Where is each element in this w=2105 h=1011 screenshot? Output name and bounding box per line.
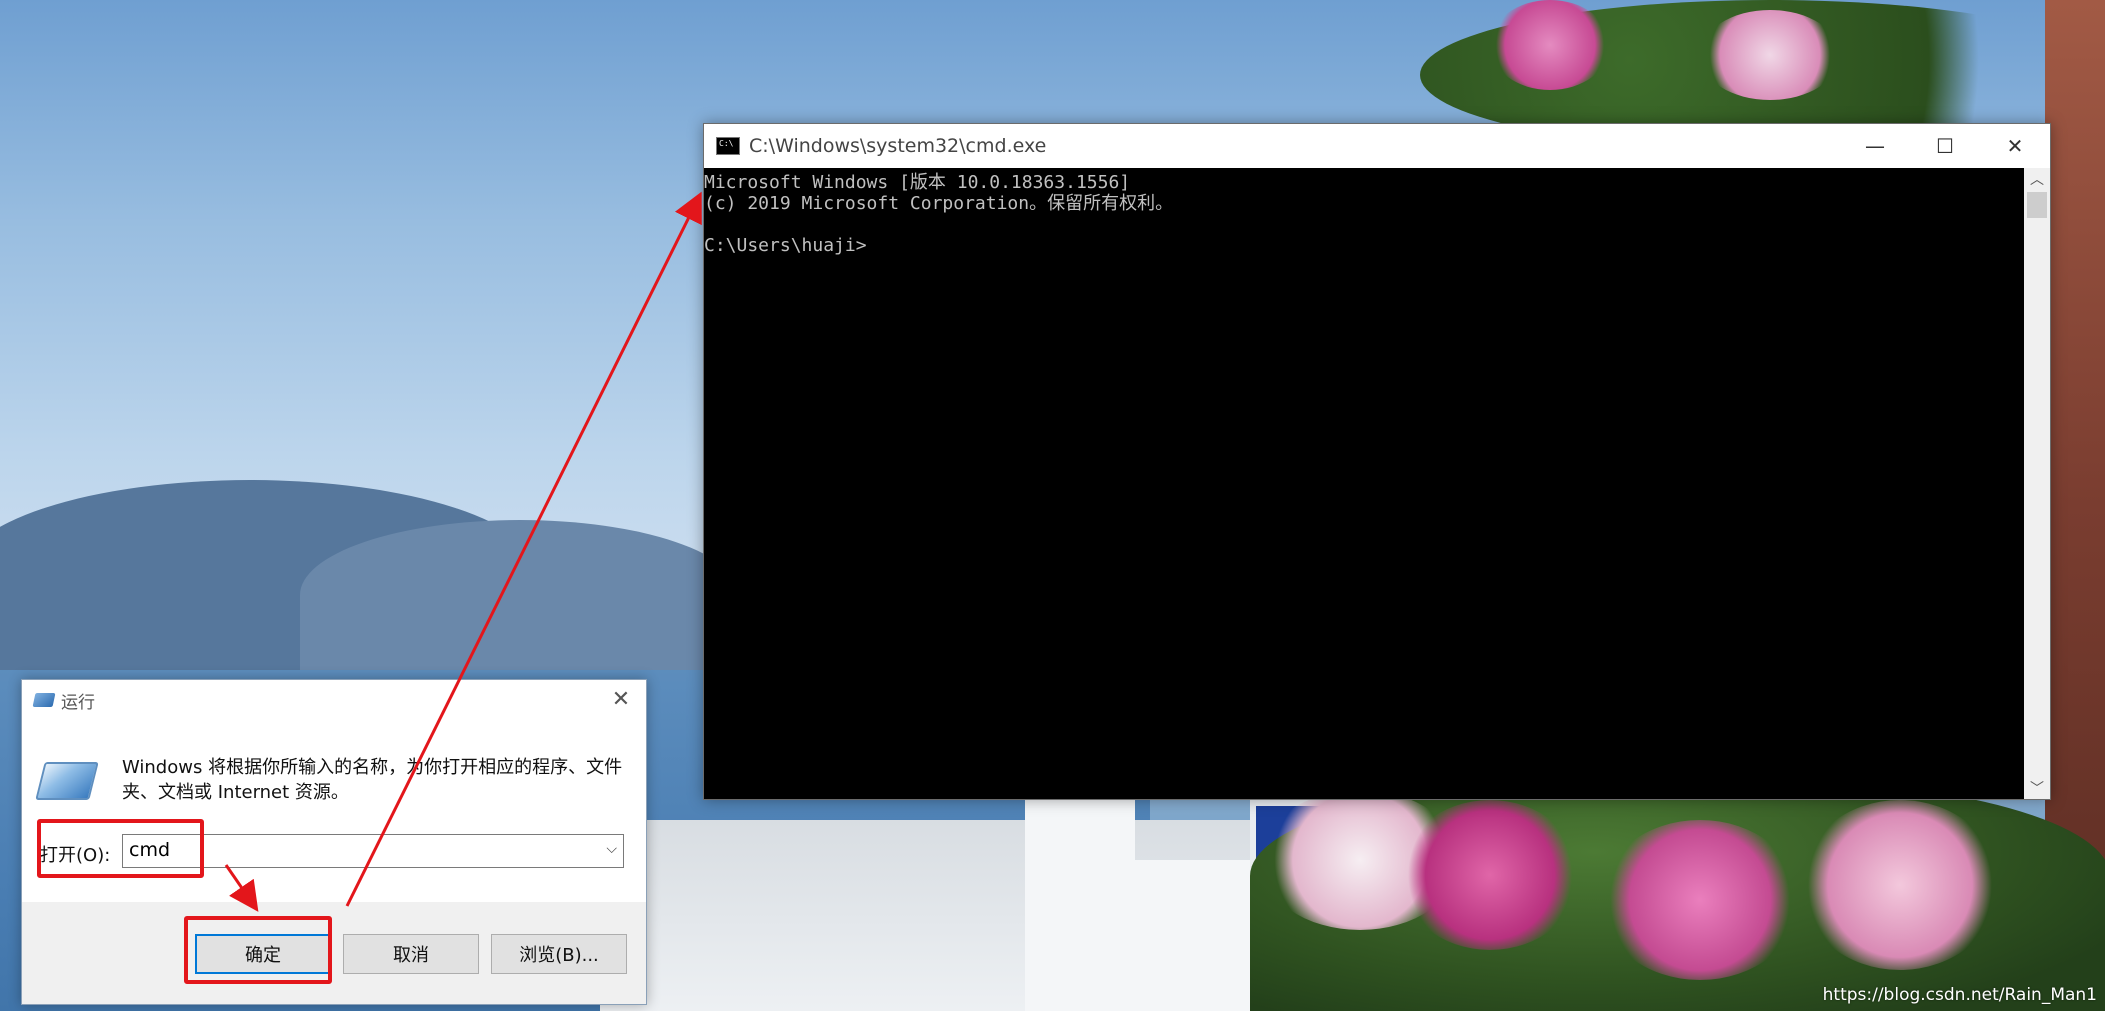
scroll-down-icon[interactable]: ﹀: [2024, 777, 2050, 799]
run-dialog-title: 运行: [61, 692, 95, 713]
cmd-window-title: C:\Windows\system32\cmd.exe: [749, 135, 1047, 157]
run-icon: [32, 693, 56, 707]
console-output[interactable]: Microsoft Windows [版本 10.0.18363.1556] (…: [704, 168, 2024, 799]
flowers: [1600, 820, 1800, 980]
browse-button[interactable]: 浏览(B)...: [491, 934, 627, 974]
run-titlebar[interactable]: 运行: [22, 680, 646, 720]
watermark: https://blog.csdn.net/Rain_Man1: [1822, 985, 2097, 1005]
cancel-button[interactable]: 取消: [343, 934, 479, 974]
close-button[interactable]: ✕: [1980, 124, 2050, 168]
console-icon: [716, 137, 740, 155]
close-icon[interactable]: ✕: [606, 684, 636, 714]
maximize-button[interactable]: ☐: [1910, 124, 1980, 168]
minimize-button[interactable]: —: [1840, 124, 1910, 168]
vertical-scrollbar[interactable]: ︿ ﹀: [2024, 168, 2050, 799]
flowers: [1490, 0, 1610, 90]
flowers: [1400, 800, 1580, 950]
chevron-down-icon[interactable]: ⌵: [606, 841, 617, 857]
flowers: [1700, 10, 1840, 100]
white-wall: [1100, 860, 1260, 1011]
run-program-icon: [35, 762, 99, 800]
cmd-titlebar[interactable]: C:\Windows\system32\cmd.exe — ☐ ✕: [704, 124, 2050, 168]
flowers: [1800, 800, 2000, 970]
cmd-window[interactable]: C:\Windows\system32\cmd.exe — ☐ ✕ Micros…: [703, 123, 2051, 800]
run-description: Windows 将根据你所输入的名称，为你打开相应的程序、文件夹、文档或 Int…: [122, 757, 623, 803]
scroll-up-icon[interactable]: ︿: [2024, 168, 2050, 190]
hill: [300, 520, 740, 670]
annotation-box-ok: [184, 916, 332, 984]
window-controls: — ☐ ✕: [1840, 124, 2050, 168]
annotation-box-open: [37, 819, 204, 878]
scroll-thumb[interactable]: [2027, 192, 2047, 218]
